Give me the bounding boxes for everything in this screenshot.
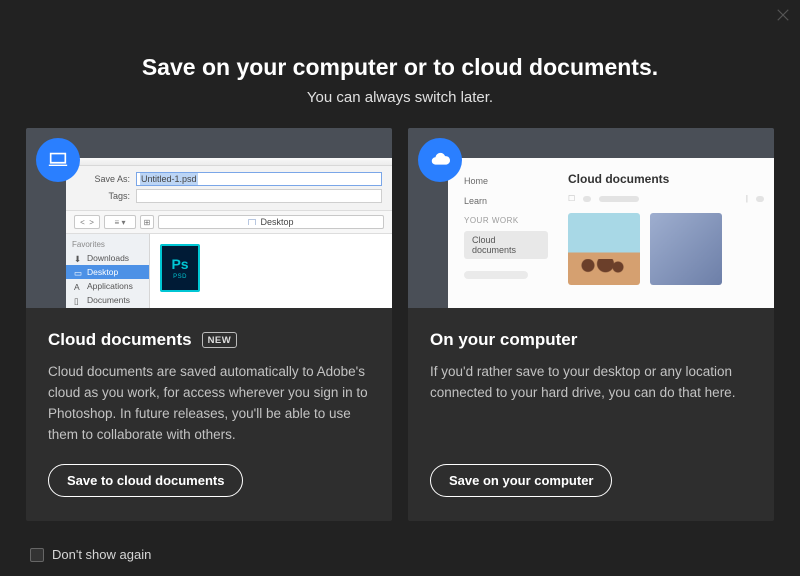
cloud-card-description: Cloud documents are saved automatically …	[48, 362, 370, 446]
cloud-icon	[418, 138, 462, 182]
computer-card: Home Learn YOUR WORK Cloud documents Clo…	[408, 128, 774, 521]
sidebar-item-documents: ▯Documents	[66, 293, 149, 307]
computer-preview: Home Learn YOUR WORK Cloud documents Clo…	[408, 128, 774, 308]
dont-show-label: Don't show again	[52, 547, 151, 562]
cloud-docs-heading: Cloud documents	[568, 172, 764, 186]
computer-card-description: If you'd rather save to your desktop or …	[430, 362, 752, 446]
save-as-input: Untitled-1.psd	[136, 172, 382, 186]
psd-file-icon: Ps PSD	[160, 244, 200, 292]
dialog-subtitle: You can always switch later.	[26, 89, 774, 106]
dont-show-checkbox[interactable]	[30, 548, 44, 562]
doc-thumbnail	[650, 213, 722, 285]
tags-label: Tags:	[76, 191, 136, 201]
sidebar-item-desktop: ▭Desktop	[66, 265, 149, 279]
your-work-header: YOUR WORK	[464, 216, 548, 225]
dialog-title: Save on your computer or to cloud docume…	[26, 54, 774, 81]
doc-thumbnail	[568, 213, 640, 285]
laptop-icon	[36, 138, 80, 182]
computer-card-title: On your computer	[430, 330, 577, 350]
cloud-preview: Save As: Untitled-1.psd Tags: < > ≡ ▾	[26, 128, 392, 308]
cloud-card-title: Cloud documents	[48, 330, 192, 350]
new-badge: NEW	[202, 332, 238, 348]
save-location: Desktop	[158, 215, 384, 229]
cloud-documents-nav: Cloud documents	[464, 231, 548, 259]
save-as-label: Save As:	[76, 174, 136, 184]
favorites-header: Favorites	[66, 238, 149, 251]
sidebar-item-downloads: ⬇Downloads	[66, 251, 149, 265]
close-icon[interactable]	[776, 6, 790, 27]
nav-home: Home	[464, 176, 548, 186]
nav-learn: Learn	[464, 196, 548, 206]
save-on-computer-button[interactable]: Save on your computer	[430, 464, 612, 497]
save-to-cloud-button[interactable]: Save to cloud documents	[48, 464, 243, 497]
tags-input	[136, 189, 382, 203]
save-location-dialog: Save on your computer or to cloud docume…	[0, 0, 800, 576]
cloud-documents-card: Save As: Untitled-1.psd Tags: < > ≡ ▾	[26, 128, 392, 521]
sidebar-item-applications: AApplications	[66, 279, 149, 293]
